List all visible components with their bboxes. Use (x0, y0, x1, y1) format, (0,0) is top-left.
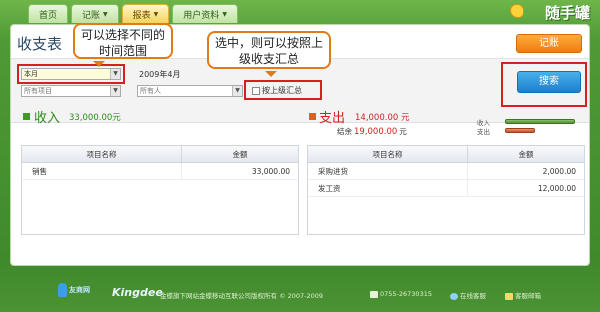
expense-label: 支出 (319, 111, 346, 126)
row-name: 销售 (22, 163, 182, 179)
expense-table: 项目名称 金额 采购进货 2,000.00 发工资 12,000.00 (307, 145, 585, 235)
table-row: 发工资 12,000.00 (308, 180, 584, 197)
income-table: 项目名称 金额 销售 33,000.00 (21, 145, 299, 235)
chevron-down-icon: ▼ (153, 10, 159, 18)
page-title: 收支表 (17, 35, 63, 53)
bird-icon (510, 4, 524, 18)
items-value: 所有项目 (24, 87, 52, 95)
footer: 友商网 Kingdee 金蝶旗下网站金蝶移动互联公司版权所有 © 2007-20… (0, 277, 600, 312)
youshang-logo[interactable]: 友商网 (58, 283, 98, 303)
payers-select[interactable]: 所有人 ▼ (137, 85, 243, 97)
income-unit: 元 (112, 113, 121, 123)
mail-icon (505, 292, 513, 300)
expense-total: 14,000.00 元 (355, 111, 409, 123)
balance-unit: 元 (399, 127, 407, 136)
table-header: 项目名称 金额 (22, 146, 298, 163)
highlight-box-period (17, 64, 125, 84)
highlight-box-search (501, 62, 587, 107)
tab-label: 首页 (39, 10, 58, 21)
tab-home[interactable]: 首页 (28, 4, 69, 23)
online-service-label: 在线客服 (460, 292, 486, 300)
balance-label: 结余 (337, 127, 352, 136)
expense-bar (505, 128, 535, 133)
income-label: 收入 (34, 111, 61, 126)
record-button[interactable]: 记账 (516, 34, 582, 53)
annotation-summary: 选中，则可以按照上级收支汇总 (207, 31, 331, 77)
app-logo: 随手罐 (510, 0, 590, 26)
support-phone: 0755-26730315 (370, 290, 432, 298)
brand-small: 友商网 (69, 286, 90, 294)
income-total: 33,000.00元 (69, 111, 121, 123)
tab-user-profile[interactable]: 用户资料 ▼ (172, 4, 238, 23)
logo-text: 随手罐 (544, 4, 590, 22)
tab-label: 报表 (132, 10, 151, 21)
online-service-link[interactable]: 在线客服 (450, 290, 486, 300)
table-row: 销售 33,000.00 (22, 163, 298, 180)
customer-mail-link[interactable]: 客服邮箱 (505, 290, 541, 300)
row-name: 发工资 (308, 180, 468, 196)
balance-total: 结余 19,000.00 元 (337, 126, 407, 137)
customer-mail-label: 客服邮箱 (515, 292, 541, 300)
row-amount: 33,000.00 (251, 167, 290, 176)
table-row: 采购进货 2,000.00 (308, 163, 584, 180)
row-amount: 12,000.00 (537, 184, 576, 193)
income-bar (505, 119, 575, 124)
annotation-time-range: 可以选择不同的时间范围 (73, 23, 173, 67)
income-expense-mini-chart: 收入 支出 (477, 117, 577, 139)
tab-label: 记账 (82, 10, 101, 21)
top-nav: 首页 记账 ▼ 报表 ▼ 用户资料 ▼ (28, 4, 238, 24)
balance-amount: 19,000.00 (354, 127, 398, 137)
chart-expense-label: 支出 (477, 128, 490, 136)
column-header-amount: 金额 (518, 150, 534, 159)
phone-icon (370, 290, 378, 298)
copyright-text: 金蝶旗下网站金蝶移动互联公司版权所有 © 2007-2009 (160, 292, 324, 300)
column-header-name: 项目名称 (22, 146, 182, 162)
chevron-down-icon: ▼ (232, 86, 242, 96)
chat-icon (450, 292, 458, 300)
tab-label: 用户资料 (183, 10, 220, 21)
highlight-box-checkbox (244, 80, 322, 100)
tab-reports[interactable]: 报表 ▼ (121, 4, 170, 23)
expense-square-icon (309, 113, 316, 120)
chevron-down-icon: ▼ (222, 10, 227, 18)
column-header-name: 项目名称 (308, 146, 468, 162)
tab-bookkeeping[interactable]: 记账 ▼ (71, 4, 119, 23)
chevron-down-icon: ▼ (103, 10, 108, 18)
table-header: 项目名称 金额 (308, 146, 584, 163)
column-header-amount: 金额 (232, 150, 248, 159)
expense-amount: 14,000.00 (355, 113, 399, 123)
income-square-icon (23, 113, 30, 120)
row-name: 采购进货 (308, 163, 468, 179)
items-select[interactable]: 所有项目 ▼ (21, 85, 121, 97)
person-icon (58, 283, 67, 297)
expense-unit: 元 (400, 113, 410, 123)
income-amount: 33,000.00 (69, 113, 113, 123)
month-display: 2009年4月 (139, 70, 181, 79)
kingdee-logo[interactable]: Kingdee (112, 286, 163, 299)
chevron-down-icon: ▼ (110, 86, 120, 96)
payers-value: 所有人 (140, 87, 161, 95)
phone-number: 0755-26730315 (380, 290, 432, 298)
row-amount: 2,000.00 (542, 167, 576, 176)
report-panel: 收支表 记账 本月 ▼ 2009年4月 所有项目 ▼ 所有人 ▼ 按上级汇总 搜… (10, 23, 590, 266)
